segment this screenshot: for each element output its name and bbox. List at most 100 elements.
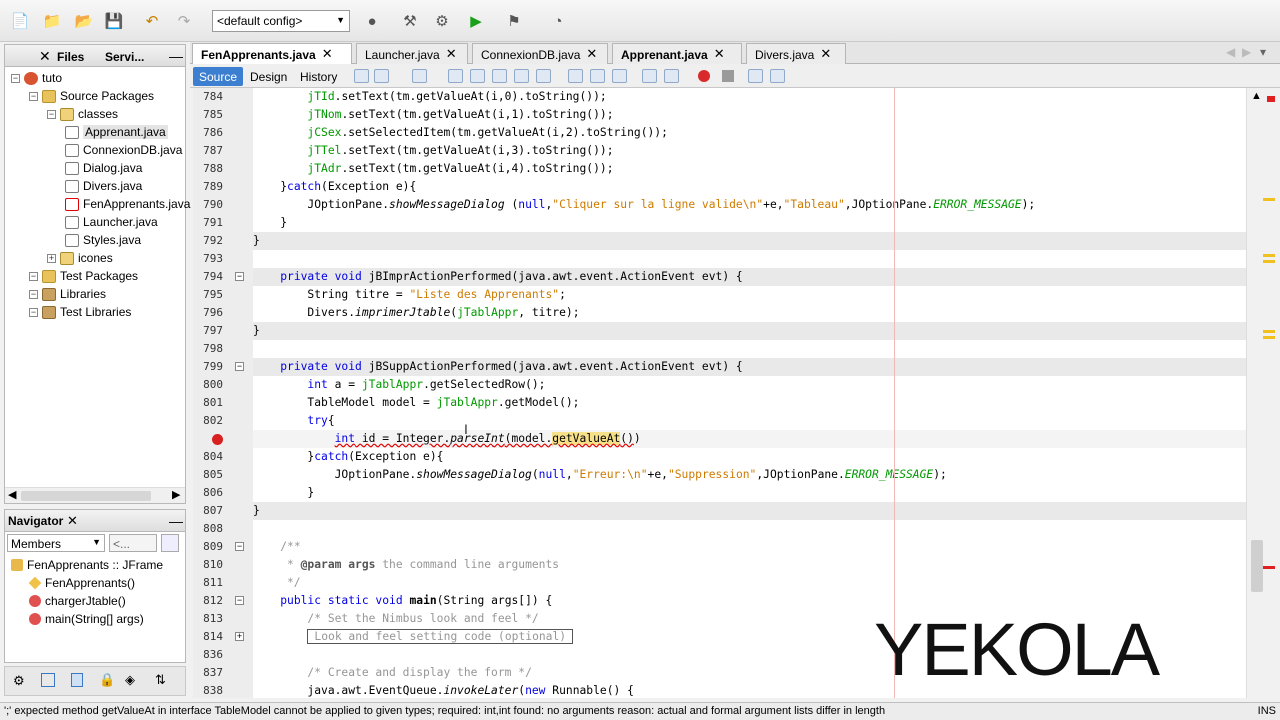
code-line[interactable]: JOptionPane.showMessageDialog(null,"Erre… [253,466,1246,484]
horizontal-scrollbar[interactable]: ◀ ▶ [5,487,185,503]
save-all-icon[interactable]: 💾 [102,9,126,33]
close-icon[interactable]: ✕ [586,47,597,64]
globe-icon[interactable]: ● [360,9,384,33]
back-icon[interactable] [354,69,369,83]
code-line[interactable]: int a = jTablAppr.getSelectedRow(); [253,376,1246,394]
code-line[interactable]: */ [253,574,1246,592]
toggle-highlight-icon[interactable] [514,69,529,83]
tree-item[interactable]: − tuto [11,69,62,87]
build-hammer-icon[interactable]: ⚒ [398,9,422,33]
code-line[interactable]: } [253,502,1246,520]
tab-divers[interactable]: Divers.java ✕ [746,43,846,64]
close-icon[interactable]: ✕ [446,47,457,64]
navigator-item[interactable]: FenApprenants() [28,574,135,592]
close-icon[interactable]: ✕ [820,47,831,64]
code-line[interactable]: } [253,322,1246,340]
tab-connexiondb[interactable]: ConnexionDB.java ✕ [472,43,608,64]
prev-bookmark-icon[interactable] [568,69,583,83]
code-line[interactable]: Divers.imprimerJtable(jTablAppr, titre); [253,304,1246,322]
code-line[interactable]: jCSex.setSelectedItem(tm.getValueAt(i,2)… [253,124,1246,142]
tab-launcher[interactable]: Launcher.java ✕ [356,43,468,64]
code-line[interactable]: /** [253,538,1246,556]
expand-toggle-icon[interactable]: − [11,73,20,83]
warning-mark[interactable] [1263,260,1275,263]
code-line[interactable]: } [253,232,1246,250]
navigator-item[interactable]: chargerJtable() [29,592,126,610]
scroll-up-icon[interactable]: ▲ [1251,90,1262,102]
debug-icon[interactable]: ⚑ [502,9,526,33]
open-project-icon[interactable]: 📂 [72,9,96,33]
fold-toggle-icon[interactable]: − [235,272,244,281]
profile-icon[interactable]: ◔ [546,9,570,33]
code-line[interactable]: TableModel model = jTablAppr.getModel(); [253,394,1246,412]
fields-filter-icon[interactable]: ⚙ [13,673,25,689]
tree-item[interactable]: FenApprenants.java [65,195,190,213]
expand-toggle-icon[interactable]: + [47,253,56,263]
code-line[interactable]: }catch(Exception e){ [253,178,1246,196]
warning-mark[interactable] [1263,198,1275,201]
history-button[interactable]: History [294,67,343,86]
find-icon[interactable] [448,69,463,83]
code-line[interactable]: jTAdr.setText(tm.getValueAt(i,4).toStrin… [253,160,1246,178]
design-button[interactable]: Design [244,67,293,86]
forward-icon[interactable] [374,69,389,83]
redo-icon[interactable]: ↷ [172,9,196,33]
tree-item[interactable]: Apprenant.java [65,123,168,141]
tree-item[interactable]: − classes [47,105,118,123]
close-icon[interactable]: ✕ [714,47,725,64]
fold-toggle-icon[interactable]: + [235,632,244,641]
close-icon[interactable]: ✕ [67,513,78,529]
expand-toggle-icon[interactable]: − [29,91,38,101]
source-button[interactable]: Source [193,67,244,86]
expand-toggle-icon[interactable]: − [29,307,38,317]
new-project-icon[interactable]: 📁 [40,9,64,33]
code-line[interactable]: String titre = "Liste des Apprenants"; [253,286,1246,304]
tree-item[interactable]: Divers.java [65,177,142,195]
code-line[interactable]: }catch(Exception e){ [253,448,1246,466]
error-badge-icon[interactable] [212,434,223,445]
tab-apprenant[interactable]: Apprenant.java ✕ [612,43,742,64]
code-line[interactable] [253,520,1246,538]
minimize-icon[interactable]: — [169,48,183,64]
clean-build-icon[interactable]: ⚙ [430,9,454,33]
warning-mark[interactable] [1263,330,1275,333]
navigator-item[interactable]: FenApprenants :: JFrame [11,556,163,574]
code-line[interactable]: private void jBImprActionPerformed(java.… [253,268,1246,286]
code-line[interactable]: * @param args the command line arguments [253,556,1246,574]
code-line[interactable]: jTTel.setText(tm.getValueAt(i,3).toStrin… [253,142,1246,160]
static-filter-icon[interactable] [41,673,55,687]
expand-toggle-icon[interactable]: − [29,289,38,299]
fold-toggle-icon[interactable]: − [235,596,244,605]
code-line[interactable]: int id = Integer.parseInt(model.getValue… [253,430,1246,448]
tree-item[interactable]: − Test Libraries [29,303,131,321]
close-icon[interactable]: ✕ [39,48,51,65]
scrollbar-thumb[interactable] [21,491,151,501]
navigator-options-icon[interactable] [161,534,179,552]
stop-macro-icon[interactable] [722,70,734,82]
tree-item[interactable]: Launcher.java [65,213,158,231]
code-line[interactable] [253,250,1246,268]
code-line[interactable]: try{ [253,412,1246,430]
inherited-filter-icon[interactable]: ◈ [125,672,135,688]
tree-item[interactable]: + icones [47,249,113,267]
code-line[interactable]: } [253,484,1246,502]
tab-files[interactable]: Files [57,45,84,67]
scroll-tabs-left-icon[interactable]: ◀ [1226,45,1235,59]
error-mark[interactable] [1263,566,1275,569]
code-line[interactable]: jTNom.setText(tm.getValueAt(i,1).toStrin… [253,106,1246,124]
tab-fenapprenants[interactable]: FenApprenants.java ✕ [192,43,352,64]
find-next-icon[interactable] [492,69,507,83]
filter-select[interactable]: <... [109,534,157,552]
members-select[interactable]: Members ▼ [7,534,105,552]
error-mark[interactable] [1267,96,1275,102]
fold-toggle-icon[interactable]: − [235,362,244,371]
sort-icon[interactable]: ⇅ [155,672,166,688]
expand-toggle-icon[interactable]: − [47,109,56,119]
rect-select-icon[interactable] [536,69,551,83]
lock-icon[interactable]: 🔒 [99,672,115,688]
next-bookmark-icon[interactable] [590,69,605,83]
find-prev-icon[interactable] [470,69,485,83]
code-line[interactable] [253,340,1246,358]
last-edit-icon[interactable] [412,69,427,83]
new-file-icon[interactable]: 📄 [8,9,32,33]
